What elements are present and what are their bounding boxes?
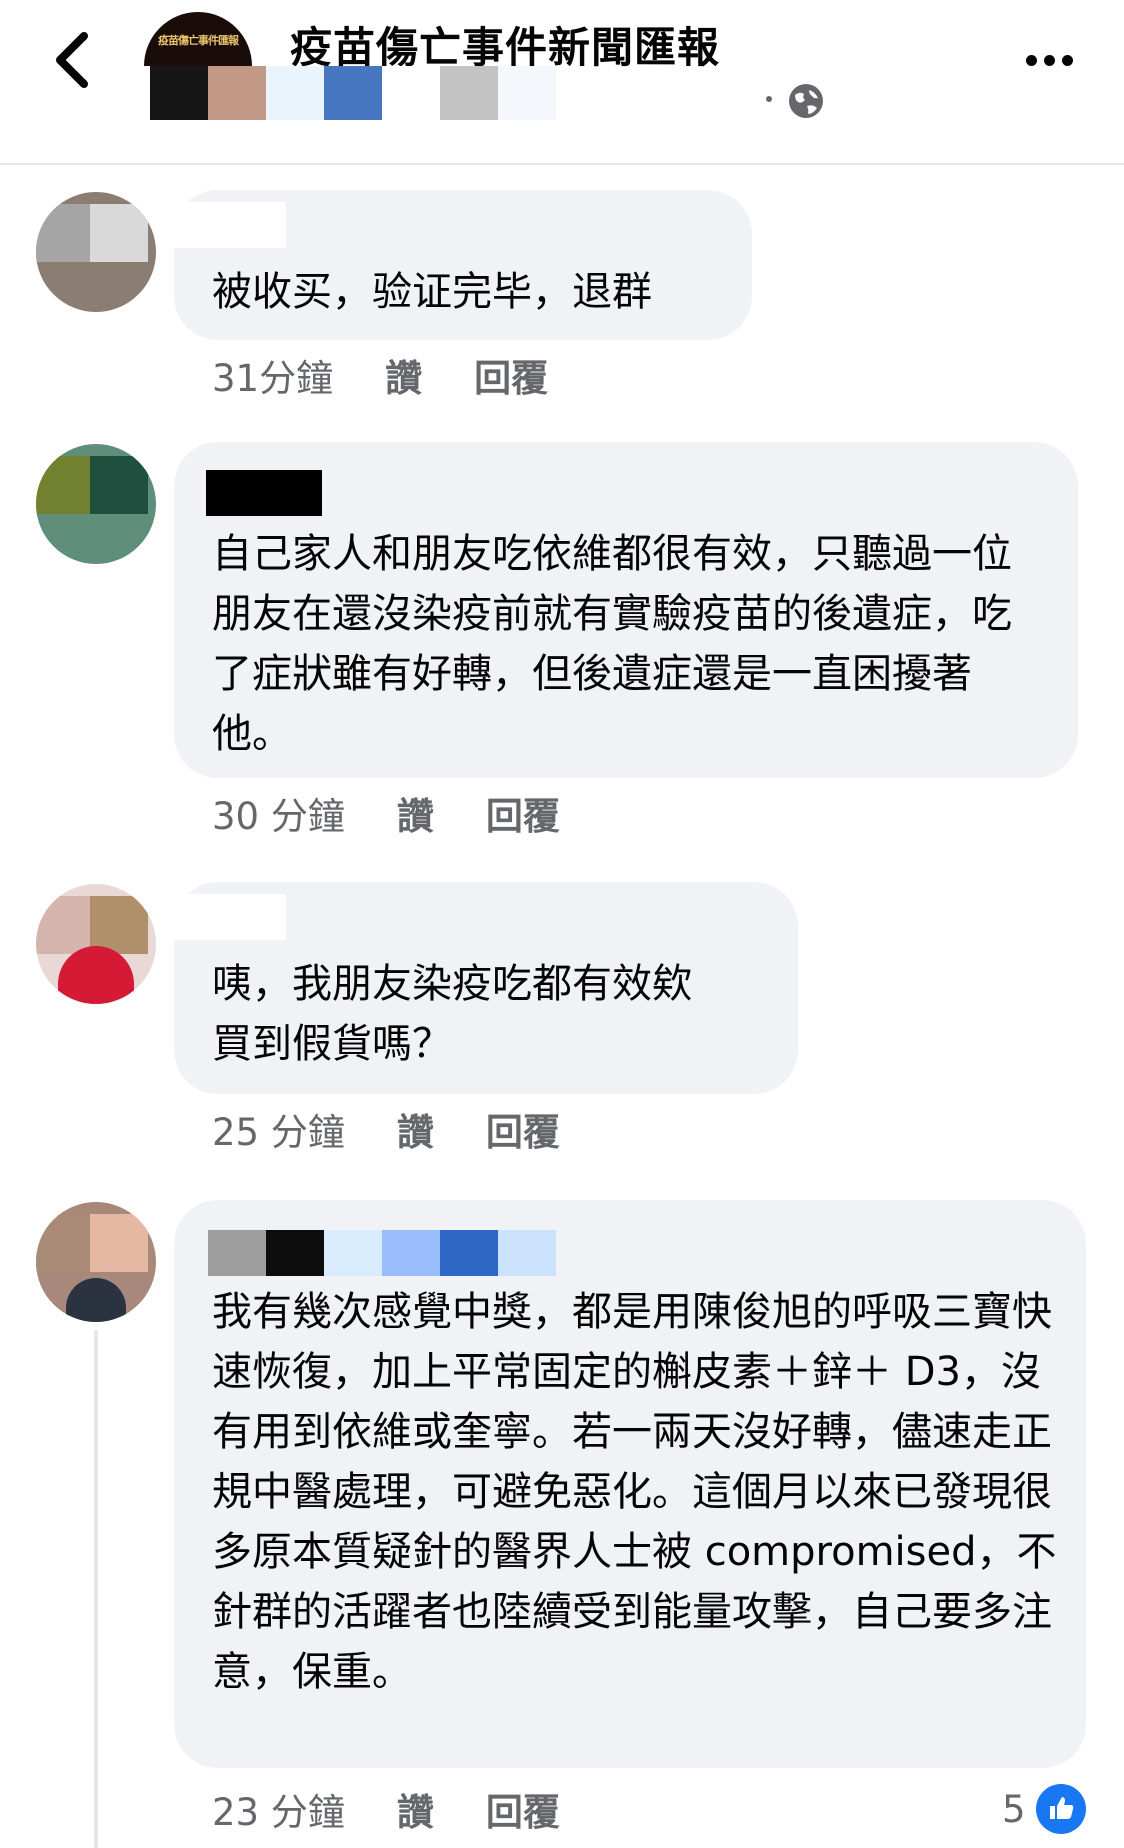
redaction-block bbox=[36, 456, 90, 514]
avatar[interactable] bbox=[36, 444, 156, 564]
redaction-block bbox=[90, 204, 148, 262]
author-name-redacted[interactable] bbox=[206, 470, 322, 516]
redaction-block bbox=[166, 202, 286, 248]
comment-actions: 25 分鐘 讚 回覆 bbox=[212, 1104, 560, 1154]
comment-item: 自己家人和朋友吃依維都很有效，只聽過一位朋友在還沒染疫前就有實驗疫苗的後遺症，吃… bbox=[0, 442, 1124, 842]
avatar-figure bbox=[66, 1278, 126, 1322]
comment-text: 我有幾次感覺中獎，都是用陳俊旭的呼吸三寶快速恢復，加上平常固定的槲皮素＋鋅＋ D… bbox=[212, 1289, 1057, 1695]
redaction-block bbox=[166, 894, 286, 940]
redaction-block bbox=[266, 66, 324, 120]
redaction-block bbox=[498, 66, 556, 120]
redaction-block bbox=[206, 470, 322, 516]
redaction-block bbox=[36, 1214, 90, 1272]
comment-item: 被收买，验证完毕，退群 31分鐘 讚 回覆 bbox=[0, 190, 1124, 420]
comment-actions: 31分鐘 讚 回覆 bbox=[212, 350, 548, 400]
redaction-block bbox=[208, 1230, 266, 1276]
avatar-redacted bbox=[36, 204, 148, 262]
back-button[interactable] bbox=[48, 30, 98, 90]
comment-timestamp[interactable]: 31分鐘 bbox=[212, 348, 333, 402]
comment-bubble[interactable]: 咦，我朋友染疫吃都有效欸 買到假貨嗎？ bbox=[166, 882, 798, 1094]
group-header: 疫苗傷亡事件匯報 疫苗傷亡事件新聞匯報 bbox=[0, 0, 1124, 165]
author-name-redacted[interactable] bbox=[208, 1230, 556, 1276]
redaction-block bbox=[440, 1230, 498, 1276]
author-name-redacted[interactable] bbox=[150, 66, 556, 120]
redaction-block bbox=[324, 66, 382, 120]
redaction-block bbox=[208, 66, 266, 120]
redaction-block bbox=[90, 456, 148, 514]
group-logo-text: 疫苗傷亡事件匯報 bbox=[158, 34, 239, 47]
chevron-left-icon bbox=[56, 32, 88, 88]
avatar[interactable] bbox=[36, 1202, 156, 1322]
like-button[interactable]: 讚 bbox=[397, 786, 434, 840]
redaction-block bbox=[36, 204, 90, 262]
redaction-block bbox=[150, 66, 208, 120]
redaction-block bbox=[266, 1230, 324, 1276]
redaction-block bbox=[382, 66, 440, 120]
comment-item: 我有幾次感覺中獎，都是用陳俊旭的呼吸三寶快速恢復，加上平常固定的槲皮素＋鋅＋ D… bbox=[0, 1200, 1124, 1848]
avatar-figure bbox=[58, 946, 134, 1004]
redaction-block bbox=[382, 1230, 440, 1276]
comment-bubble[interactable]: 自己家人和朋友吃依維都很有效，只聽過一位朋友在還沒染疫前就有實驗疫苗的後遺症，吃… bbox=[174, 442, 1078, 778]
comment-text: 咦，我朋友染疫吃都有效欸 買到假貨嗎？ bbox=[212, 961, 692, 1067]
like-button[interactable]: 讚 bbox=[385, 348, 422, 402]
redaction-block bbox=[36, 896, 90, 954]
comment-timestamp[interactable]: 30 分鐘 bbox=[212, 786, 345, 840]
avatar-redacted bbox=[36, 456, 148, 514]
meta-separator-dot bbox=[766, 96, 772, 102]
group-logo[interactable]: 疫苗傷亡事件匯報 bbox=[144, 12, 252, 66]
comment-actions: 23 分鐘 讚 回覆 bbox=[212, 1784, 560, 1834]
comment-item: 咦，我朋友染疫吃都有效欸 買到假貨嗎？ 25 分鐘 讚 回覆 bbox=[0, 882, 1124, 1162]
comment-timestamp[interactable]: 25 分鐘 bbox=[212, 1102, 345, 1156]
avatar-redacted bbox=[36, 1214, 148, 1272]
globe-icon bbox=[789, 84, 823, 118]
like-button[interactable]: 讚 bbox=[397, 1102, 434, 1156]
comment-text: 自己家人和朋友吃依維都很有效，只聽過一位朋友在還沒染疫前就有實驗疫苗的後遺症，吃… bbox=[212, 531, 1012, 757]
more-dots-icon bbox=[1026, 54, 1037, 66]
reaction-count: 5 bbox=[1002, 1787, 1026, 1831]
more-dots-icon bbox=[1044, 54, 1055, 66]
comment-bubble[interactable]: 我有幾次感覺中獎，都是用陳俊旭的呼吸三寶快速恢復，加上平常固定的槲皮素＋鋅＋ D… bbox=[174, 1200, 1086, 1768]
redaction-block bbox=[498, 1230, 556, 1276]
redaction-block bbox=[90, 1214, 148, 1272]
like-button[interactable]: 讚 bbox=[397, 1782, 434, 1836]
redaction-block bbox=[324, 1230, 382, 1276]
comment-text: 被收买，验证完毕，退群 bbox=[212, 269, 652, 315]
thumbs-up-icon bbox=[1035, 1784, 1086, 1834]
comment-actions: 30 分鐘 讚 回覆 bbox=[212, 788, 560, 838]
reply-button[interactable]: 回覆 bbox=[486, 1102, 560, 1156]
reaction-summary[interactable]: 5 bbox=[1002, 1784, 1086, 1834]
author-name-redacted[interactable] bbox=[166, 894, 286, 940]
author-name-redacted[interactable] bbox=[166, 202, 286, 248]
avatar[interactable] bbox=[36, 884, 156, 1004]
more-dots-icon bbox=[1062, 54, 1073, 66]
comment-bubble[interactable]: 被收买，验证完毕，退群 bbox=[166, 190, 752, 340]
more-options-button[interactable] bbox=[1026, 50, 1082, 70]
avatar[interactable] bbox=[36, 192, 156, 312]
reply-button[interactable]: 回覆 bbox=[486, 786, 560, 840]
comment-timestamp[interactable]: 23 分鐘 bbox=[212, 1782, 345, 1836]
reply-button[interactable]: 回覆 bbox=[486, 1782, 560, 1836]
reply-button[interactable]: 回覆 bbox=[474, 348, 548, 402]
redaction-block bbox=[440, 66, 498, 120]
